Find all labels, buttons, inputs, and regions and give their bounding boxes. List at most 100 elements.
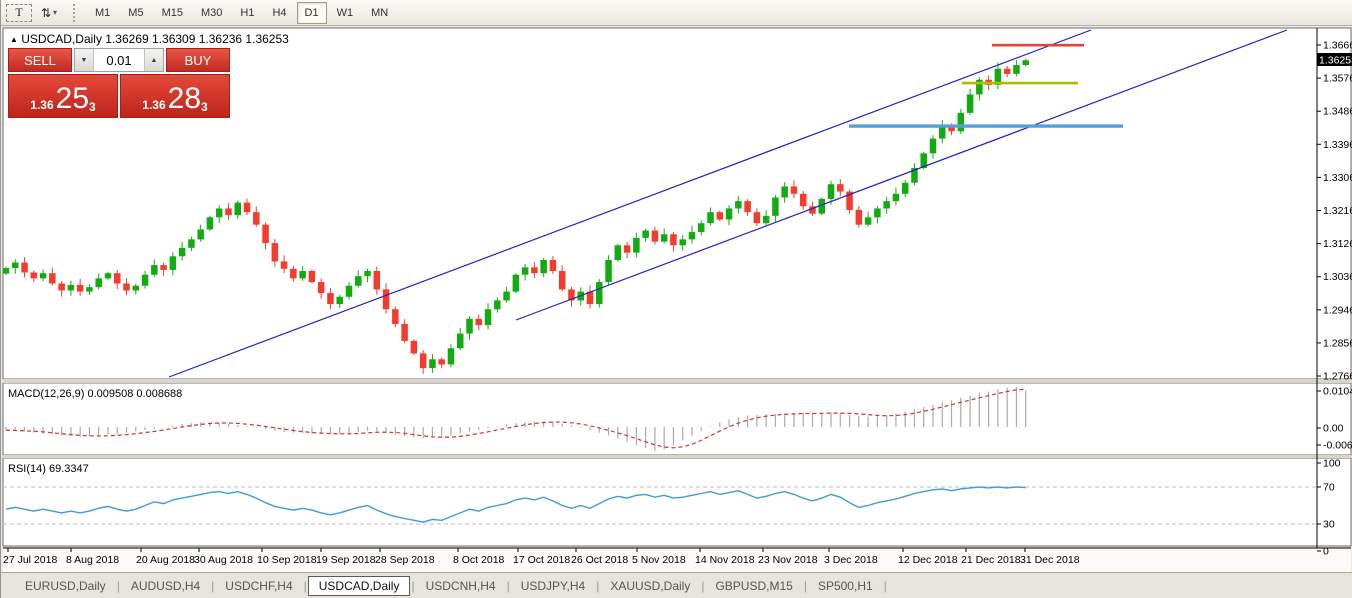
candle-body xyxy=(883,201,890,208)
chart-tab-usdchf[interactable]: USDCHF,H4 xyxy=(215,576,302,596)
candle-body xyxy=(596,282,603,304)
candle-body xyxy=(605,260,612,282)
chart-tab-gbpusd[interactable]: GBPUSD,M15 xyxy=(705,576,802,596)
candle-body xyxy=(262,225,269,243)
candle-body xyxy=(216,208,223,217)
date-axis-label: 30 Aug 2018 xyxy=(194,554,253,566)
rsi-axis-label: 100 xyxy=(1323,458,1341,470)
candle-body xyxy=(346,286,353,297)
rsi-axis-label: 0 xyxy=(1323,546,1329,558)
macd-axis-label: -0.006215 xyxy=(1323,440,1352,452)
candle-body xyxy=(893,194,900,201)
candle-body xyxy=(457,334,464,349)
date-axis-label: 20 Aug 2018 xyxy=(136,554,195,566)
candle-body xyxy=(550,260,557,271)
cursor-arrows-icon: ⇅ xyxy=(41,6,51,20)
candle-body xyxy=(290,269,297,279)
timeframe-button-d1[interactable]: D1 xyxy=(297,2,327,24)
sell-button[interactable]: SELL xyxy=(8,48,72,72)
candle-body xyxy=(698,223,705,232)
timeframe-button-m30[interactable]: M30 xyxy=(193,2,230,24)
tab-separator: | xyxy=(211,579,214,593)
price-axis-label: 1.33065 xyxy=(1323,172,1352,184)
timeframe-button-m5[interactable]: M5 xyxy=(120,2,151,24)
timeframe-button-w1[interactable]: W1 xyxy=(329,2,362,24)
candle-body xyxy=(318,282,325,293)
chart-tab-usdjpy[interactable]: USDJPY,H4 xyxy=(511,576,595,596)
candle-body xyxy=(272,243,279,261)
candle-body xyxy=(559,271,566,289)
timeframe-button-group: M1M5M15M30H1H4D1W1MN xyxy=(86,2,397,24)
candle-body xyxy=(299,271,306,278)
volume-input[interactable]: 0.01 xyxy=(94,49,144,71)
chart-tab-usdcnh[interactable]: USDCNH,H4 xyxy=(416,576,506,596)
candle-body xyxy=(86,287,93,291)
price-axis-label: 1.34865 xyxy=(1323,106,1352,118)
volume-control: ▼ 0.01 ▲ xyxy=(74,48,164,72)
timeframe-button-m1[interactable]: M1 xyxy=(87,2,118,24)
candle-body xyxy=(958,113,965,131)
candle-body xyxy=(466,319,473,334)
candle-body xyxy=(624,245,631,252)
candle-body xyxy=(364,271,371,276)
chart-tab-eurusd[interactable]: EURUSD,Daily xyxy=(15,576,116,596)
tab-separator: | xyxy=(804,579,807,593)
timeframe-button-h1[interactable]: H1 xyxy=(232,2,262,24)
candle-body xyxy=(253,212,259,225)
chart-tab-xauusd[interactable]: XAUUSD,Daily xyxy=(600,576,700,596)
date-axis-label: 8 Aug 2018 xyxy=(66,554,119,566)
candle-body xyxy=(225,208,232,215)
timeframe-button-h4[interactable]: H4 xyxy=(264,2,294,24)
candle-body xyxy=(438,359,445,364)
buy-button[interactable]: BUY xyxy=(166,48,230,72)
cursor-tool-button[interactable]: ⇅ ▾ xyxy=(34,2,64,24)
pane-splitter[interactable] xyxy=(3,455,1351,458)
timeframe-button-mn[interactable]: MN xyxy=(363,2,396,24)
volume-decrease-button[interactable]: ▼ xyxy=(75,49,94,71)
candle-body xyxy=(1013,65,1020,74)
candle-body xyxy=(309,271,316,282)
trading-platform-window: T ⇅ ▾ M1M5M15M30H1H4D1W1MN 1.366651.3576… xyxy=(0,0,1352,598)
candle-body xyxy=(142,275,149,286)
volume-increase-button[interactable]: ▲ xyxy=(144,49,163,71)
chart-symbol-period: USDCAD,Daily xyxy=(21,32,102,46)
candle-body xyxy=(281,261,288,268)
candle-body xyxy=(679,239,686,245)
buy-price-button[interactable]: 1.36283 xyxy=(120,74,230,118)
candle-body xyxy=(476,319,483,325)
date-axis-label: 8 Oct 2018 xyxy=(453,554,505,566)
tab-separator: | xyxy=(701,579,704,593)
current-price-value: 1.36253 xyxy=(1319,55,1352,67)
text-tool-button[interactable]: T xyxy=(6,4,32,22)
date-axis-label: 14 Nov 2018 xyxy=(695,554,755,566)
candle-body xyxy=(828,184,835,199)
price-axis-label: 1.36665 xyxy=(1323,40,1352,52)
candle-body xyxy=(717,212,724,219)
chart-tab-audusd[interactable]: AUDUSD,H4 xyxy=(121,576,210,596)
one-click-trading-panel: SELL ▼ 0.01 ▲ BUY 1.36253 1.36283 xyxy=(8,48,230,118)
candle-body xyxy=(58,284,64,291)
chart-tab-usdcad[interactable]: USDCAD,Daily xyxy=(308,576,411,596)
macd-pane xyxy=(3,383,1351,455)
candle-body xyxy=(429,359,436,368)
sell-price-button[interactable]: 1.36253 xyxy=(8,74,118,118)
candle-body xyxy=(40,273,47,278)
pane-splitter[interactable] xyxy=(3,379,1351,383)
candle-body xyxy=(726,208,733,219)
macd-axis-label: 0.00 xyxy=(1323,423,1344,435)
date-axis-label: 10 Sep 2018 xyxy=(257,554,317,566)
buy-price-big: 28 xyxy=(168,86,201,112)
tab-separator: | xyxy=(117,579,120,593)
collapse-triangle-icon[interactable]: ▲ xyxy=(10,35,18,44)
toolbar-grip[interactable] xyxy=(73,4,80,22)
candle-body xyxy=(95,278,102,287)
chart-tab-sp500[interactable]: SP500,H1 xyxy=(808,576,883,596)
candle-body xyxy=(791,186,798,193)
candle-body xyxy=(327,293,334,304)
candle-body xyxy=(336,297,343,304)
candle-body xyxy=(133,286,140,291)
candle-body xyxy=(707,212,714,223)
candle-body xyxy=(744,201,751,212)
date-axis-label: 21 Dec 2018 xyxy=(961,554,1021,566)
timeframe-button-m15[interactable]: M15 xyxy=(154,2,191,24)
